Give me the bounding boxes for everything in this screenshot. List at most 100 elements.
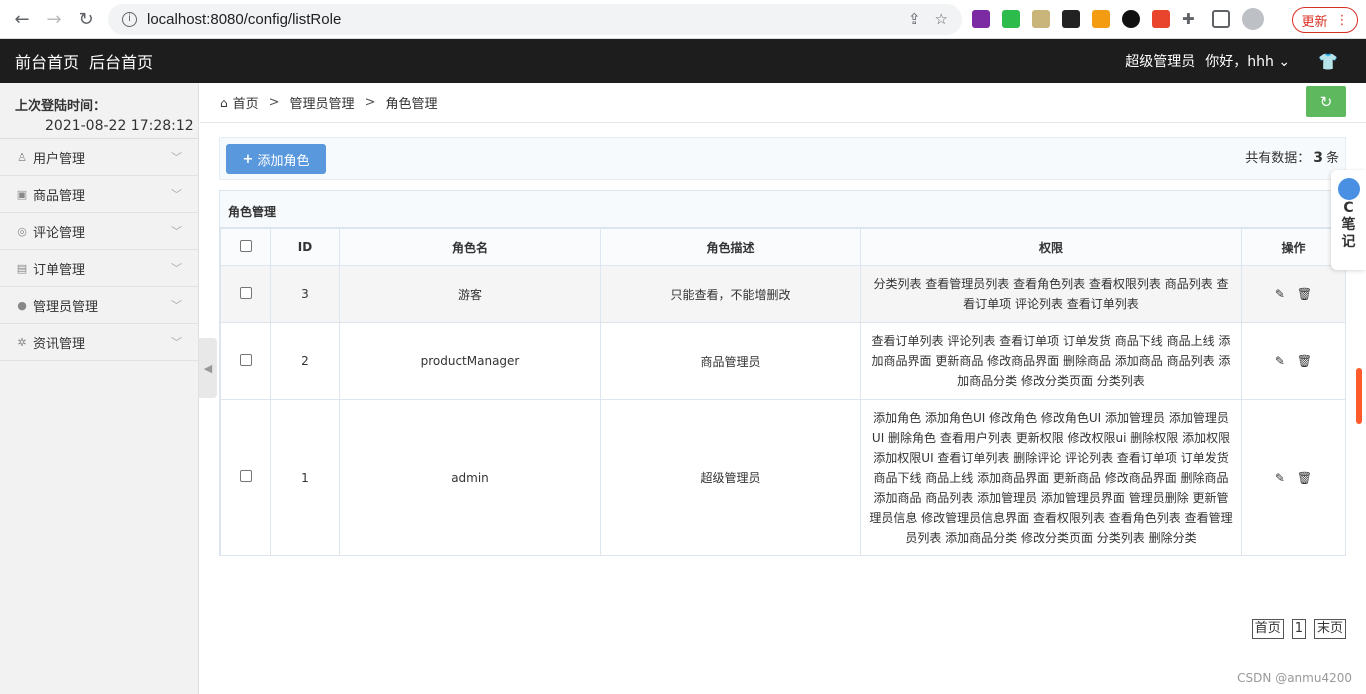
role-desc: 商品管理员 [600, 322, 861, 400]
row-select-cell [220, 265, 271, 323]
scrollbar-thumb[interactable] [1356, 368, 1362, 424]
share-icon[interactable]: ⇪ [908, 10, 921, 28]
pager-first[interactable]: 首页 [1251, 619, 1284, 639]
sidebar-item-orders[interactable]: ▤ 订单管理 ﹀ [0, 250, 198, 287]
delete-trash-icon[interactable]: 🗑 [1297, 471, 1312, 485]
role-permissions: 添加角色 添加角色UI 修改角色 修改角色UI 添加管理员 添加管理员UI 删除… [860, 399, 1242, 556]
sidebar: 上次登陆时间： 2021-08-22 17:28:12 ♙ 用户管理 ﹀ ▣ 商… [0, 83, 199, 694]
row-checkbox[interactable] [239, 286, 252, 299]
panel-title: 角色管理 [220, 191, 1345, 228]
total-prefix: 共有数据： [1245, 151, 1311, 166]
bookmark-star-icon[interactable]: ☆ [935, 10, 948, 28]
row-select-cell [220, 399, 271, 556]
info-icon[interactable]: i [122, 12, 137, 27]
last-login-time: 2021-08-22 17:28:12 [45, 118, 194, 134]
vip-extension-icon[interactable] [1092, 10, 1110, 28]
breadcrumb-home[interactable]: 首页 [233, 93, 259, 112]
breadcrumb-current: 角色管理 [385, 97, 438, 112]
delete-trash-icon[interactable]: 🗑 [1297, 354, 1312, 368]
csdn-notes-widget[interactable]: C 笔记 [1331, 170, 1366, 270]
address-bar[interactable]: i localhost:8080/config/listRole ⇪ ☆ [108, 4, 962, 35]
row-checkbox[interactable] [239, 353, 252, 366]
plus-icon: + [242, 151, 254, 167]
c-extension-icon[interactable] [1152, 10, 1170, 28]
image-extension-icon[interactable] [1032, 10, 1050, 28]
back-home-link[interactable]: 后台首页 [89, 49, 153, 73]
bag-icon: ▣ [16, 187, 28, 201]
chevron-left-icon: ◀ [203, 361, 213, 375]
chevron-down-icon: ﹀ [171, 299, 182, 312]
sidepanel-icon[interactable] [1212, 10, 1230, 28]
profile-avatar-icon[interactable] [1242, 8, 1264, 30]
row-checkbox[interactable] [239, 470, 252, 482]
total-count: 3 [1313, 150, 1323, 166]
watermark: CSDN @anmu4200 [1237, 671, 1352, 685]
sidebar-item-news[interactable]: ✲ 资讯管理 ﹀ [0, 324, 198, 361]
role-desc: 只能查看，不能增删改 [600, 265, 861, 323]
column-header: 角色描述 [600, 228, 861, 266]
gear-icon: ✲ [17, 335, 27, 349]
select-all-checkbox[interactable] [239, 239, 252, 252]
row-actions: ✎ 🗑 [1241, 399, 1346, 556]
rp-extension-icon[interactable] [972, 10, 990, 28]
user-greeting-dropdown[interactable]: 你好，hhh ⌄ [1205, 51, 1290, 71]
refresh-button[interactable]: ↻ [1306, 86, 1346, 117]
home-icon: ⌂ [220, 95, 228, 110]
chevron-down-icon: ﹀ [171, 188, 182, 201]
breadcrumb-admin-management[interactable]: 管理员管理 [290, 93, 355, 112]
sidebar-collapse-toggle[interactable]: ◀ [199, 338, 217, 398]
extensions-area: ✚ [972, 8, 1264, 30]
row-actions: ✎ 🗑 [1241, 265, 1346, 323]
add-role-button[interactable]: + 添加角色 [226, 144, 326, 174]
puzzle-icon[interactable]: ✚ [1182, 10, 1200, 28]
column-header: 操作 [1241, 228, 1346, 266]
breadcrumb-separator: > [268, 95, 280, 110]
sidebar-item-admins[interactable]: ● 管理员管理 ﹀ [0, 287, 198, 324]
admin-icon: ● [17, 298, 27, 312]
edit-pencil-icon[interactable]: ✎ [1275, 471, 1285, 485]
chevron-down-icon: ﹀ [171, 151, 182, 164]
comment-icon: ◎ [17, 224, 27, 238]
sidebar-item-products[interactable]: ▣ 商品管理 ﹀ [0, 176, 198, 213]
edit-pencil-icon[interactable]: ✎ [1275, 287, 1285, 301]
sidebar-item-comments[interactable]: ◎ 评论管理 ﹀ [0, 213, 198, 250]
edit-pencil-icon[interactable]: ✎ [1275, 354, 1285, 368]
table-row: 2 productManager 商品管理员 查看订单列表 评论列表 查看订单项… [220, 322, 1346, 400]
sidebar-item-label: 评论管理 [33, 225, 86, 241]
refresh-icon: ↻ [1319, 92, 1333, 111]
wechat-extension-icon[interactable] [1002, 10, 1020, 28]
table-row: 1 admin 超级管理员 添加角色 添加角色UI 修改角色 修改角色UI 添加… [220, 399, 1346, 556]
browser-toolbar: ← → ↻ i localhost:8080/config/listRole ⇪… [0, 0, 1366, 39]
notes-logo-icon [1337, 178, 1360, 200]
theme-shirt-icon[interactable]: 👕 [1318, 52, 1338, 71]
total-suffix: 条 [1325, 151, 1339, 166]
role-desc: 超级管理员 [600, 399, 861, 556]
breadcrumb: ⌂ 首页 > 管理员管理 > 角色管理 ↻ [200, 83, 1366, 123]
role-name: admin [339, 399, 601, 556]
select-all-cell [220, 228, 271, 266]
notes-text: 笔记 [1341, 217, 1356, 250]
chevron-down-icon: ⌄ [1278, 54, 1291, 70]
table-header-row: ID 角色名 角色描述 权限 操作 [220, 228, 1346, 266]
front-home-link[interactable]: 前台首页 [15, 49, 79, 73]
forward-arrow-icon[interactable]: → [38, 3, 70, 35]
delete-trash-icon[interactable]: 🗑 [1297, 287, 1312, 301]
url-text: localhost:8080/config/listRole [147, 11, 342, 28]
infinity-extension-icon[interactable] [1122, 10, 1140, 28]
table-toolbar: + 添加角色 共有数据： 3 条 [219, 137, 1346, 180]
greeting-text: 你好，hhh [1205, 54, 1274, 70]
card-icon: ▤ [16, 261, 28, 275]
browser-update-button[interactable]: 更新 ⋮ [1292, 7, 1358, 33]
sidebar-item-users[interactable]: ♙ 用户管理 ﹀ [0, 139, 198, 176]
row-select-cell [220, 322, 271, 400]
chevron-down-icon: ﹀ [171, 336, 182, 349]
pager-last[interactable]: 末页 [1313, 619, 1346, 639]
user-role: 超级管理员 [1125, 54, 1196, 70]
add-role-label: 添加角色 [257, 153, 310, 169]
row-actions: ✎ 🗑 [1241, 322, 1346, 400]
pager-current[interactable]: 1 [1291, 619, 1306, 639]
reload-icon[interactable]: ↻ [70, 3, 102, 35]
ghost-extension-icon[interactable] [1062, 10, 1080, 28]
back-arrow-icon[interactable]: ← [6, 3, 38, 35]
role-permissions: 查看订单列表 评论列表 查看订单项 订单发货 商品下线 商品上线 添加商品界面 … [860, 322, 1242, 400]
